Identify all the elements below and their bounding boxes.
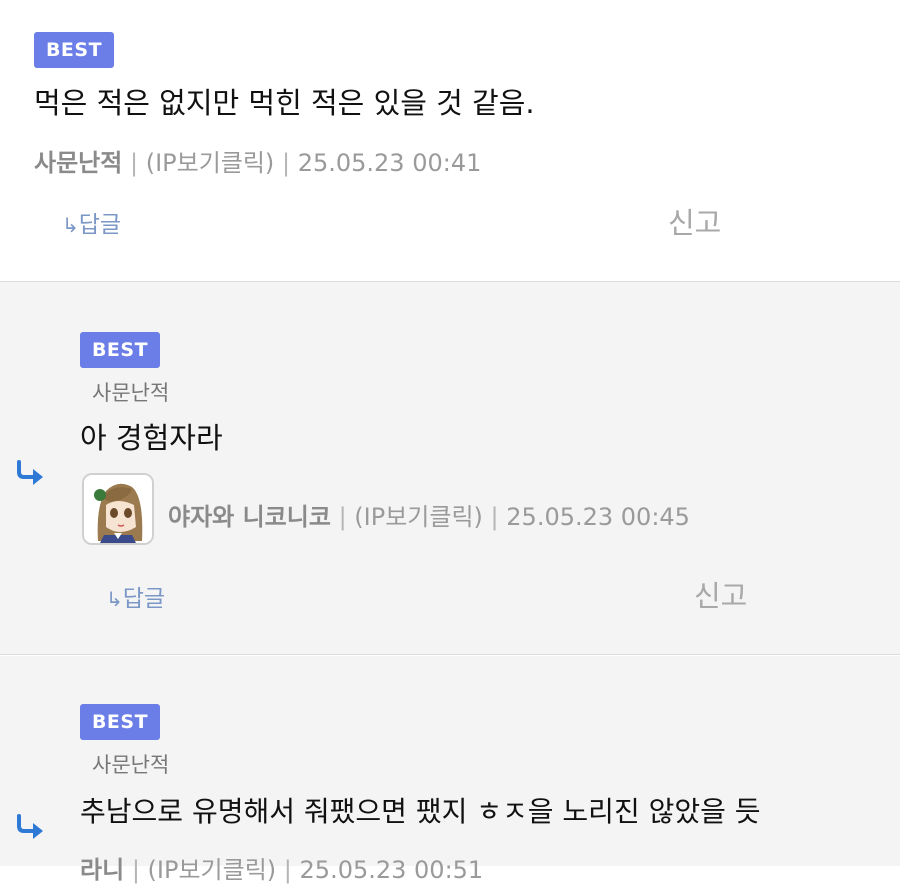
meta-separator: |: [338, 503, 347, 531]
reply-button[interactable]: ↳답글: [62, 205, 121, 239]
best-badge: BEST: [34, 32, 114, 68]
anime-avatar-icon: [84, 475, 152, 543]
comment-date: 25.05.23 00:51: [299, 856, 484, 884]
best-badge: BEST: [80, 704, 160, 740]
best-badge: BEST: [80, 332, 160, 368]
author-nickname[interactable]: 야자와 니코니코: [168, 503, 331, 531]
report-button[interactable]: 신고: [668, 200, 721, 242]
ip-view-link[interactable]: (IP보기클릭): [148, 856, 277, 884]
meta-separator: |: [131, 856, 140, 884]
comment-item: BEST 먹은 적은 없지만 먹힌 적은 있을 것 같음. 사문난적 | (IP…: [0, 0, 900, 282]
comment-item: BEST 사문난적 추남으로 유명해서 줘팼으면 팼지 ㅎㅈ을 노리진 않았을 …: [0, 656, 900, 884]
ip-view-link[interactable]: (IP보기클릭): [354, 503, 483, 531]
comment-item: BEST 사문난적 아 경험자라 야자와 니코니코 | (IP보기클릭) | 2…: [0, 282, 900, 655]
reply-button[interactable]: ↳답글: [106, 579, 165, 613]
reply-arrow-icon: ↳: [62, 213, 79, 237]
meta-separator: |: [283, 856, 292, 884]
meta-separator: |: [129, 149, 139, 177]
reply-label: 답글: [78, 212, 122, 238]
ip-view-link[interactable]: (IP보기클릭): [146, 149, 275, 177]
author-nickname[interactable]: 사문난적: [34, 149, 122, 177]
comment-text: 추남으로 유명해서 줘팼으면 팼지 ㅎㅈ을 노리진 않았을 듯: [80, 795, 761, 828]
comment-text: 먹은 적은 없지만 먹힌 적은 있을 것 같음.: [34, 86, 535, 120]
parent-nickname: 사문난적: [92, 381, 170, 405]
thread-reply-icon: [17, 814, 43, 839]
comment-meta: 야자와 니코니코 | (IP보기클릭) | 25.05.23 00:45: [168, 497, 690, 532]
meta-separator: |: [490, 503, 499, 531]
comment-date: 25.05.23 00:45: [506, 503, 690, 531]
thread-reply-icon: [17, 460, 43, 485]
comment-meta: 사문난적 | (IP보기클릭) | 25.05.23 00:41: [34, 143, 481, 178]
author-nickname[interactable]: 라니: [80, 856, 124, 884]
report-button[interactable]: 신고: [694, 573, 747, 615]
parent-nickname: 사문난적: [92, 753, 170, 777]
comment-text: 아 경험자라: [80, 421, 223, 455]
comment-meta: 라니 | (IP보기클릭) | 25.05.23 00:51: [80, 850, 483, 885]
reply-arrow-icon: ↳: [106, 587, 123, 611]
meta-separator: |: [281, 149, 291, 177]
reply-label: 답글: [122, 586, 166, 612]
comment-date: 25.05.23 00:41: [297, 149, 482, 177]
avatar[interactable]: [82, 473, 154, 545]
